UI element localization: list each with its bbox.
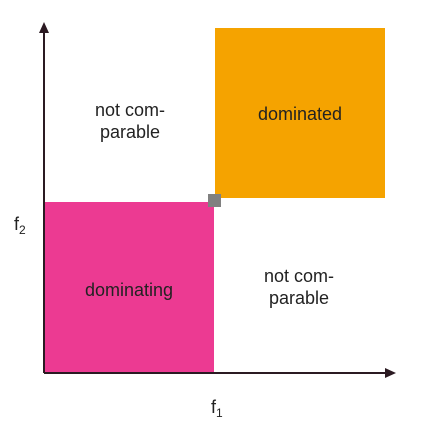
not-comparable-top-line1: not com- (94, 100, 166, 120)
dominated-label: dominated (257, 104, 343, 124)
dominating-label: dominating (84, 280, 174, 300)
y-axis-arrowhead (39, 22, 49, 33)
not-comparable-bottom-line1: not com- (263, 266, 335, 286)
not-comparable-bottom-line2: parable (268, 288, 330, 308)
x-axis-label-subscript: 1 (216, 406, 223, 420)
x-axis-arrowhead (385, 368, 396, 378)
x-axis-label: f1 (211, 397, 223, 423)
not-comparable-bottom-label: not com- parable (229, 265, 369, 309)
not-comparable-top-label: not com- parable (60, 99, 200, 143)
axes (39, 22, 396, 378)
dominance-diagram: not com- parable dominated not com- para… (0, 0, 442, 430)
y-axis-label-subscript: 2 (19, 223, 26, 237)
not-comparable-top-line2: parable (99, 122, 161, 142)
y-axis-label: f2 (14, 214, 26, 240)
